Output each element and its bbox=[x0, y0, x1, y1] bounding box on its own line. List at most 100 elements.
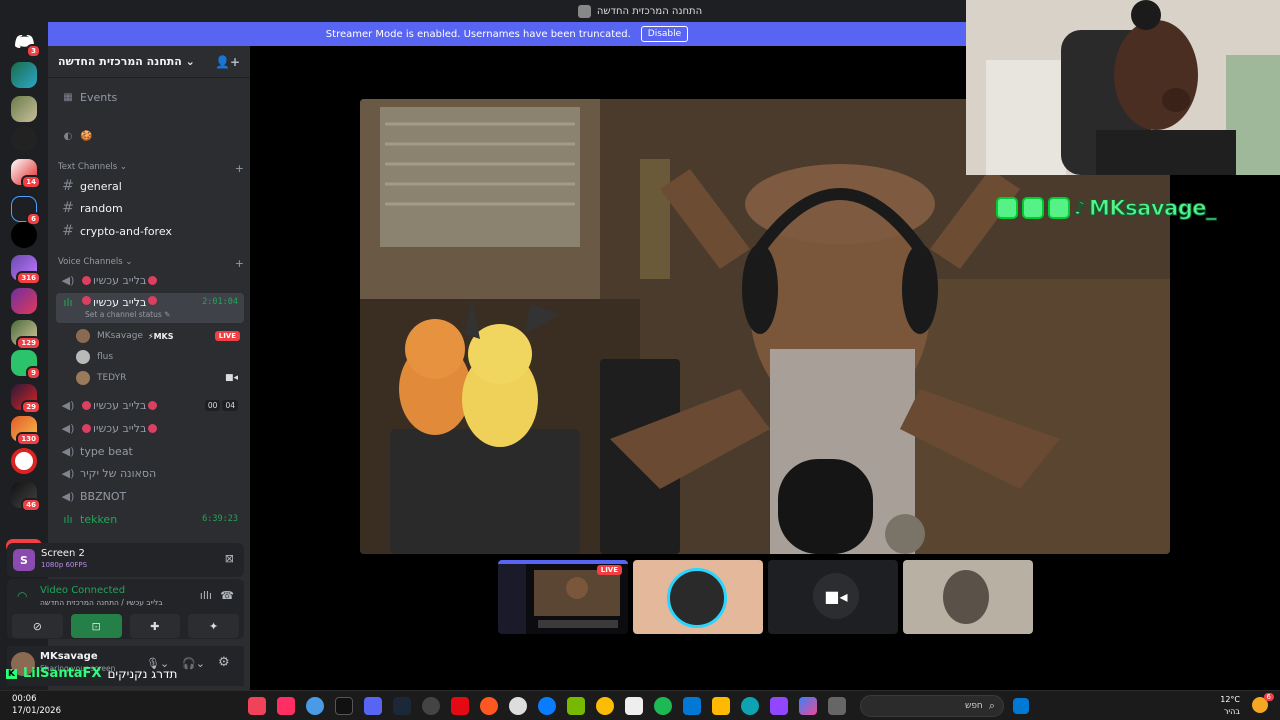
hash-icon: # bbox=[62, 200, 74, 216]
voice-active-icon: ılı bbox=[63, 512, 73, 526]
server-icon-character[interactable] bbox=[11, 288, 37, 314]
edge-icon[interactable] bbox=[741, 697, 759, 715]
red-dot-icon bbox=[148, 423, 158, 433]
twitch-app-icon[interactable] bbox=[770, 697, 788, 715]
speaker-icon: ◀) bbox=[61, 421, 75, 435]
server-icon-cartoon[interactable]: 130 bbox=[11, 416, 41, 446]
channel-crypto-and-forex[interactable]: # crypto-and-forex bbox=[56, 221, 244, 241]
headset-icon[interactable]: 🎧⌄ bbox=[182, 657, 205, 670]
voice-channel-tekken[interactable]: ılı tekken 6:39:23 bbox=[56, 509, 244, 529]
server-header[interactable]: התחנה המרכזית החדשה ⌄ 👤+ bbox=[48, 46, 250, 78]
windows-start-icon[interactable] bbox=[1013, 698, 1029, 714]
user-name: TEDYR bbox=[97, 373, 127, 383]
red-dot-icon bbox=[148, 275, 158, 285]
voice-channel-type-beat[interactable]: ◀) type beat bbox=[56, 441, 244, 461]
obs-icon[interactable] bbox=[422, 697, 440, 715]
server-icon-dragon[interactable] bbox=[11, 62, 37, 88]
camera-off-icon[interactable]: ⊘ bbox=[12, 614, 63, 638]
server-icon-green[interactable]: 9 bbox=[11, 350, 41, 380]
voice-channel-3[interactable]: ◀) בלייב עכשיו 00 04 bbox=[56, 395, 244, 415]
streamer-mode-text: Streamer Mode is enabled. Usernames have… bbox=[325, 28, 631, 40]
voice-channel-4[interactable]: ◀) בלייב עכשיו bbox=[56, 418, 244, 438]
outlook-icon[interactable] bbox=[683, 697, 701, 715]
task-view-icon[interactable] bbox=[828, 697, 846, 715]
voice-channels-category[interactable]: Voice Channels ⌄ + bbox=[58, 257, 244, 270]
server-icon-dark[interactable] bbox=[11, 222, 37, 248]
live-badge: LIVE bbox=[596, 565, 622, 575]
server-icon-gamer[interactable]: 129 bbox=[11, 320, 41, 350]
nvidia-icon[interactable] bbox=[567, 697, 585, 715]
events-label: Events bbox=[80, 90, 118, 104]
stop-stream-icon[interactable]: ⊠ bbox=[225, 552, 234, 565]
add-member-icon[interactable]: 👤+ bbox=[215, 55, 240, 69]
server-icon-tiktok[interactable]: 29 bbox=[11, 384, 41, 414]
app-circle-icon[interactable] bbox=[509, 697, 527, 715]
weather-widget[interactable]: 12°C בהיר bbox=[1220, 694, 1240, 718]
voice-channel-1[interactable]: ◀) בלייב עכשיו bbox=[56, 270, 244, 290]
channel-status[interactable]: Set a channel status ✎ bbox=[85, 310, 170, 319]
events-row[interactable]: ▦ Events bbox=[56, 87, 244, 107]
server-icon-purple[interactable]: 316 bbox=[11, 255, 41, 285]
tile-participant-avatar[interactable] bbox=[633, 560, 763, 634]
settings-gear-icon[interactable]: ⚙ bbox=[218, 655, 230, 670]
voice-user-tedyr[interactable]: TEDYR ■◂ bbox=[76, 368, 244, 388]
unread-badge: 14 bbox=[21, 175, 41, 189]
steam-icon[interactable] bbox=[393, 697, 411, 715]
brave-icon[interactable] bbox=[480, 697, 498, 715]
tidal-icon[interactable] bbox=[277, 697, 295, 715]
server-icon-godvakt[interactable] bbox=[11, 126, 37, 152]
server-icon-logo[interactable]: 6 bbox=[11, 196, 41, 226]
channel-general[interactable]: # general bbox=[56, 176, 244, 196]
screen-share-panel: S Screen 2 1080p 60FPS ⊠ bbox=[7, 543, 244, 577]
server-icon-skull[interactable] bbox=[11, 448, 37, 474]
app-blue-icon[interactable] bbox=[538, 697, 556, 715]
tile-screen-share[interactable]: LIVE bbox=[498, 560, 628, 634]
add-channel-icon[interactable]: + bbox=[235, 257, 244, 270]
server-icon-red[interactable]: 14 bbox=[11, 159, 41, 189]
kick-logo-icon: K bbox=[6, 668, 17, 679]
channel-random[interactable]: # random bbox=[56, 198, 244, 218]
tile-participant-photo[interactable] bbox=[903, 560, 1033, 634]
taskbar-search[interactable]: חפש ⌕ bbox=[860, 695, 1004, 717]
chrome-canary-icon[interactable] bbox=[306, 697, 324, 715]
server-icon-soldier[interactable] bbox=[11, 96, 37, 122]
voice-timer: 6:39:23 bbox=[202, 514, 238, 524]
noise-suppression-icon[interactable]: ıllı bbox=[200, 589, 212, 602]
tile-participant-camera-off[interactable]: ■◂ bbox=[768, 560, 898, 634]
discord-taskbar-icon[interactable] bbox=[364, 697, 382, 715]
file-explorer-icon[interactable] bbox=[712, 697, 730, 715]
speaker-icon: ◀) bbox=[61, 273, 75, 287]
voice-user-flus[interactable]: flus bbox=[76, 347, 244, 367]
screen-share-button[interactable]: ⊡ bbox=[70, 614, 122, 638]
search-placeholder: חפש bbox=[964, 701, 983, 711]
discord-home-icon[interactable]: 3 bbox=[11, 28, 41, 58]
activities-icon[interactable]: ✚ bbox=[129, 614, 181, 638]
voice-channel-2-active[interactable]: ılı בלייב עכשיו 2:01:04 Set a channel sta… bbox=[56, 293, 244, 323]
copilot-icon[interactable] bbox=[799, 697, 817, 715]
speaker-icon: ◀) bbox=[61, 444, 75, 458]
music-app-icon[interactable] bbox=[248, 697, 266, 715]
unread-badge: 3 bbox=[26, 44, 41, 58]
chrome-icon[interactable] bbox=[596, 697, 614, 715]
disconnect-icon[interactable]: ☎ bbox=[220, 589, 234, 602]
taskbar-clock[interactable]: 00:06 17/01/2026 bbox=[12, 693, 61, 717]
voice-status[interactable]: Video Connected bbox=[40, 585, 125, 596]
voice-channel-sauna[interactable]: ◀) הסאונה של יקיר bbox=[56, 463, 244, 483]
voice-channel-bbznot[interactable]: ◀) BBZNOT bbox=[56, 486, 244, 506]
search-icon: ⌕ bbox=[988, 699, 995, 712]
store-icon[interactable] bbox=[625, 697, 643, 715]
tiktok-app-icon[interactable] bbox=[335, 697, 353, 715]
server-icon-night[interactable]: 46 bbox=[11, 482, 41, 512]
voice-channel-label: tekken bbox=[80, 512, 118, 526]
voice-user-mksavage[interactable]: MKsavage ⚡MKS LIVE bbox=[76, 326, 244, 346]
soundboard-icon[interactable]: ✦ bbox=[188, 614, 239, 638]
disable-streamer-mode-button[interactable]: Disable bbox=[640, 26, 689, 42]
voice-channel-label: בלייב עכשיו bbox=[93, 421, 147, 435]
spotify-icon[interactable] bbox=[654, 697, 672, 715]
text-channels-category[interactable]: Text Channels ⌄ + bbox=[58, 162, 244, 175]
voice-channel-label: בלייב עכשיו bbox=[93, 273, 147, 287]
netflix-icon[interactable] bbox=[451, 697, 469, 715]
add-channel-icon[interactable]: + bbox=[235, 162, 244, 175]
voice-timer: 2:01:04 bbox=[202, 297, 238, 307]
twitch-icon bbox=[1022, 197, 1044, 219]
